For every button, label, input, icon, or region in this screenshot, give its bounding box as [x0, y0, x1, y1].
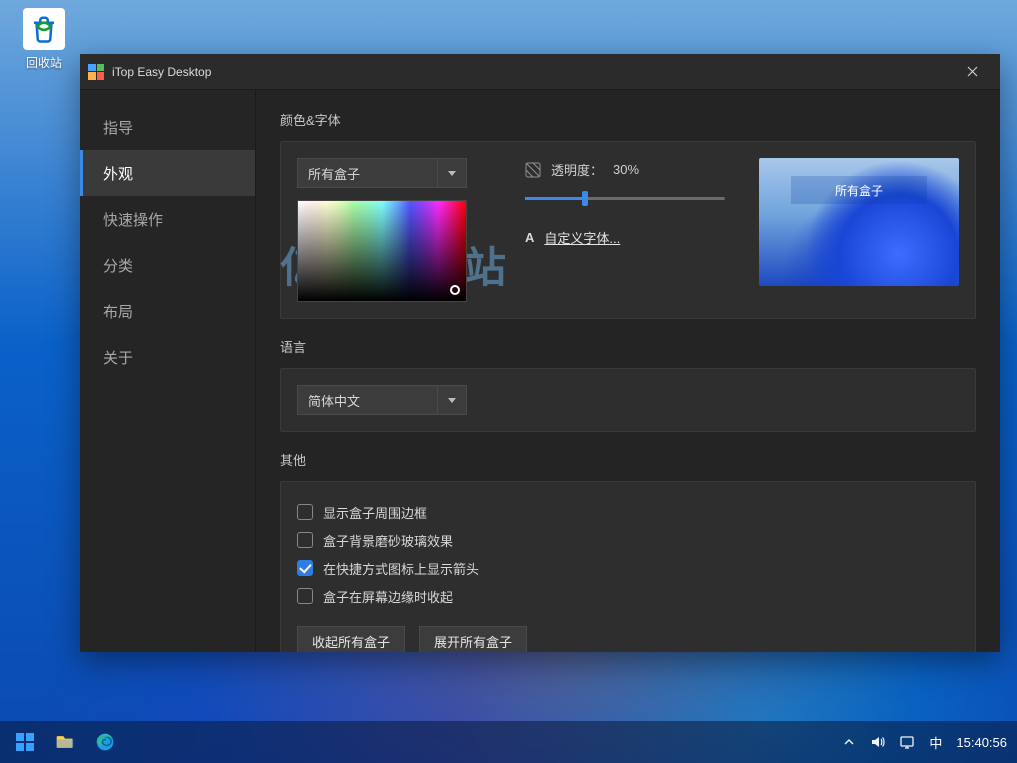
other-option-0[interactable]: 显示盒子周围边框: [297, 498, 959, 526]
target-box-value: 所有盒子: [297, 158, 437, 188]
ime-indicator[interactable]: 中: [929, 733, 942, 752]
file-explorer-icon[interactable]: [54, 731, 76, 753]
color-picker[interactable]: [297, 200, 467, 302]
tray-overflow-icon[interactable]: [843, 736, 855, 748]
sidebar-item-0[interactable]: 指导: [80, 104, 255, 150]
checkbox-icon[interactable]: [297, 560, 313, 576]
sidebar-item-3[interactable]: 分类: [80, 242, 255, 288]
font-icon: A: [525, 230, 534, 245]
section-color-font-title: 颜色&字体: [280, 110, 976, 129]
checkbox-icon[interactable]: [297, 532, 313, 548]
windows-logo-icon: [16, 733, 34, 751]
preview-box-label: 所有盒子: [791, 176, 927, 204]
expand-all-button[interactable]: 展开所有盒子: [419, 626, 527, 652]
taskbar: 中 15:40:56: [0, 721, 1017, 763]
language-panel: 简体中文: [280, 368, 976, 432]
network-icon[interactable]: [899, 734, 915, 750]
collapse-all-button[interactable]: 收起所有盒子: [297, 626, 405, 652]
opacity-slider[interactable]: [525, 197, 725, 200]
edge-browser-icon[interactable]: [94, 731, 116, 753]
app-window: iTop Easy Desktop 指导外观快速操作分类布局关于 亿破姐网站 颜…: [80, 54, 1000, 652]
opacity-value: 30%: [613, 162, 639, 177]
sidebar-item-2[interactable]: 快速操作: [80, 196, 255, 242]
start-button[interactable]: [14, 731, 36, 753]
checkbox-icon[interactable]: [297, 588, 313, 604]
window-title: iTop Easy Desktop: [112, 65, 952, 79]
recycle-bin-icon[interactable]: 回收站: [14, 8, 74, 71]
sidebar-item-4[interactable]: 布局: [80, 288, 255, 334]
other-option-2[interactable]: 在快捷方式图标上显示箭头: [297, 554, 959, 582]
titlebar[interactable]: iTop Easy Desktop: [80, 54, 1000, 90]
target-box-select[interactable]: 所有盒子: [297, 158, 467, 188]
option-label: 在快捷方式图标上显示箭头: [323, 559, 479, 578]
chevron-down-icon: [437, 158, 467, 188]
other-option-1[interactable]: 盒子背景磨砂玻璃效果: [297, 526, 959, 554]
language-value: 简体中文: [297, 385, 437, 415]
language-select[interactable]: 简体中文: [297, 385, 467, 415]
app-logo-icon: [88, 64, 104, 80]
clock[interactable]: 15:40:56: [956, 735, 1007, 750]
section-language-title: 语言: [280, 337, 976, 356]
option-label: 盒子背景磨砂玻璃效果: [323, 531, 453, 550]
sidebar-item-5[interactable]: 关于: [80, 334, 255, 380]
recycle-bin-label: 回收站: [14, 54, 74, 71]
opacity-icon: [525, 162, 541, 178]
chevron-down-icon: [437, 385, 467, 415]
color-font-panel: 所有盒子 透明度： 30%: [280, 141, 976, 319]
sidebar: 指导外观快速操作分类布局关于: [80, 90, 256, 652]
checkbox-icon[interactable]: [297, 504, 313, 520]
custom-font-link[interactable]: 自定义字体...: [544, 228, 620, 247]
close-icon: [967, 66, 978, 77]
content-area: 亿破姐网站 颜色&字体 所有盒子: [256, 90, 1000, 652]
other-option-3[interactable]: 盒子在屏幕边缘时收起: [297, 582, 959, 610]
option-label: 显示盒子周围边框: [323, 503, 427, 522]
preview-thumbnail: 所有盒子: [759, 158, 959, 286]
option-label: 盒子在屏幕边缘时收起: [323, 587, 453, 606]
color-picker-handle[interactable]: [450, 285, 460, 295]
other-panel: 显示盒子周围边框盒子背景磨砂玻璃效果在快捷方式图标上显示箭头盒子在屏幕边缘时收起…: [280, 481, 976, 652]
close-button[interactable]: [952, 58, 992, 86]
sidebar-item-1[interactable]: 外观: [80, 150, 255, 196]
section-other-title: 其他: [280, 450, 976, 469]
opacity-label: 透明度：: [551, 160, 603, 179]
slider-thumb[interactable]: [582, 191, 588, 206]
volume-icon[interactable]: [869, 734, 885, 750]
